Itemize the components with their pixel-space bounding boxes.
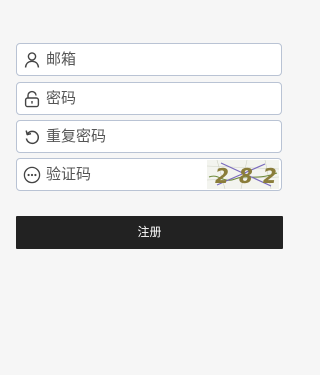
captcha-image[interactable]: 282 bbox=[207, 160, 279, 189]
captcha-text: 282 bbox=[215, 164, 279, 188]
password-field[interactable]: 密码 bbox=[16, 82, 282, 115]
register-button[interactable]: 注册 bbox=[16, 216, 283, 249]
email-field[interactable]: 邮箱 bbox=[16, 43, 282, 76]
user-icon bbox=[23, 51, 41, 69]
more-dots-icon bbox=[23, 166, 41, 184]
refresh-icon bbox=[23, 128, 41, 146]
register-page: 邮箱 密码 重复密码 验证码 28 注册 bbox=[0, 0, 296, 375]
lock-icon bbox=[23, 90, 41, 108]
repeat-password-placeholder: 重复密码 bbox=[46, 127, 107, 145]
captcha-field[interactable]: 验证码 282 bbox=[16, 158, 282, 191]
password-placeholder: 密码 bbox=[46, 89, 77, 107]
captcha-placeholder: 验证码 bbox=[46, 165, 92, 183]
email-placeholder: 邮箱 bbox=[46, 50, 77, 68]
repeat-password-field[interactable]: 重复密码 bbox=[16, 120, 282, 153]
